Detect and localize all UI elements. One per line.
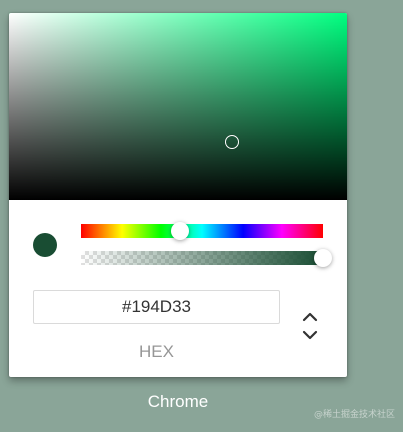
chevron-up-down-icon — [302, 312, 318, 340]
alpha-slider[interactable] — [81, 249, 332, 267]
alpha-gradient — [81, 251, 323, 265]
hex-input[interactable] — [33, 290, 280, 324]
alpha-slider-thumb[interactable] — [314, 249, 332, 267]
hue-slider-thumb[interactable] — [171, 222, 190, 240]
saturation-pointer[interactable] — [225, 135, 239, 149]
chrome-color-picker: HEX — [9, 13, 347, 377]
watermark: @稀土掘金技术社区 — [313, 410, 395, 420]
hue-slider[interactable] — [81, 222, 323, 240]
color-swatch — [33, 233, 57, 257]
saturation-black-gradient — [9, 13, 347, 200]
picker-caption: Chrome — [147, 392, 209, 411]
hex-label: HEX — [139, 342, 174, 361]
format-toggle-button[interactable] — [296, 308, 324, 348]
saturation-area[interactable] — [9, 13, 347, 200]
